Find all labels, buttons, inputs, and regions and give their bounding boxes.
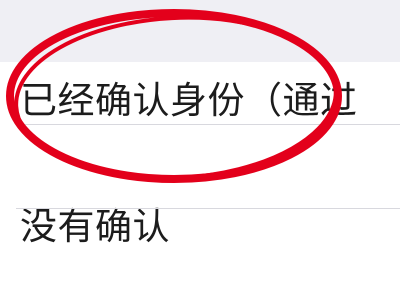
identity-status-list: 已经确认身份（通过 没有确认	[0, 62, 400, 300]
list-item-label: 没有确认	[20, 205, 170, 248]
list-item-not-verified[interactable]: 没有确认	[0, 188, 400, 270]
row-separator	[16, 208, 400, 209]
list-item-verified-identity[interactable]: 已经确认身份（通过	[0, 62, 400, 144]
section-header-area	[0, 0, 400, 62]
list-item-label: 已经确认身份（通过	[20, 79, 358, 122]
row-separator	[16, 124, 400, 125]
